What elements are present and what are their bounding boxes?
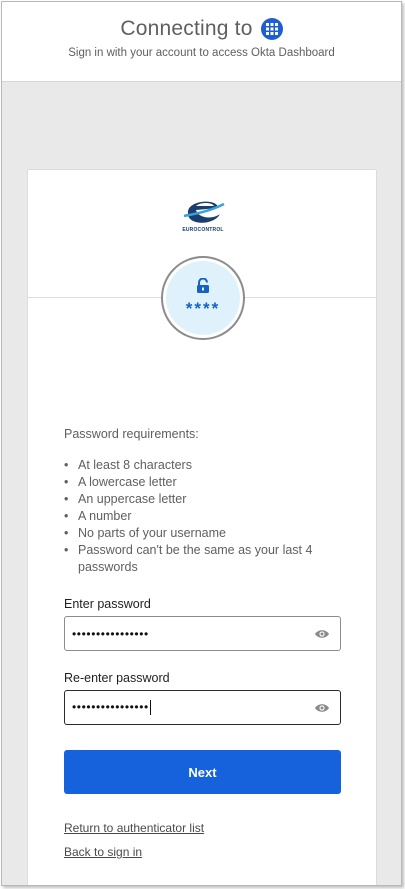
requirements-title: Password requirements: <box>64 427 199 441</box>
requirements-list: At least 8 characters A lowercase letter… <box>64 457 354 576</box>
password-stars: **** <box>185 298 221 318</box>
show-password-eye-icon[interactable] <box>314 628 330 640</box>
next-button[interactable]: Next <box>64 750 341 794</box>
password-label: Enter password <box>64 597 151 611</box>
requirement-item: No parts of your username <box>64 525 354 542</box>
password-input[interactable]: •••••••••••••••• <box>64 616 341 651</box>
logo-text: EUROCONTROL <box>182 227 224 233</box>
reenter-password-input[interactable]: •••••••••••••••• <box>64 690 341 725</box>
back-to-sign-in-link[interactable]: Back to sign in <box>64 845 142 859</box>
password-lock-icon <box>196 277 210 298</box>
app-grid-icon <box>260 18 283 40</box>
header-subtitle: Sign in with your account to access Okta… <box>68 47 335 59</box>
return-to-authenticator-list-link[interactable]: Return to authenticator list <box>64 821 204 835</box>
requirement-item: A number <box>64 508 354 525</box>
browser-frame: Connecting to Sign in with your account … <box>1 1 402 886</box>
reenter-password-value: •••••••••••••••• <box>65 699 314 716</box>
reenter-password-dots: •••••••••••••••• <box>72 699 149 714</box>
header-title: Connecting to <box>120 17 253 40</box>
header-title-row: Connecting to <box>2 17 401 41</box>
reenter-password-label: Re-enter password <box>64 671 170 685</box>
requirement-item: A lowercase letter <box>64 474 354 491</box>
eurocontrol-logo: EUROCONTROL <box>178 194 228 238</box>
sign-in-card: EUROCONTROL **** Password requirements: … <box>27 169 377 885</box>
requirement-item: At least 8 characters <box>64 457 354 474</box>
authenticator-badge: **** <box>161 256 245 340</box>
text-caret <box>149 700 151 716</box>
requirement-item: Password can't be the same as your last … <box>64 542 354 576</box>
requirement-item: An uppercase letter <box>64 491 354 508</box>
authenticator-badge-inner: **** <box>166 261 240 335</box>
password-value: •••••••••••••••• <box>72 626 149 641</box>
show-reenter-password-eye-icon[interactable] <box>314 702 330 714</box>
page-header: Connecting to Sign in with your account … <box>2 2 401 82</box>
